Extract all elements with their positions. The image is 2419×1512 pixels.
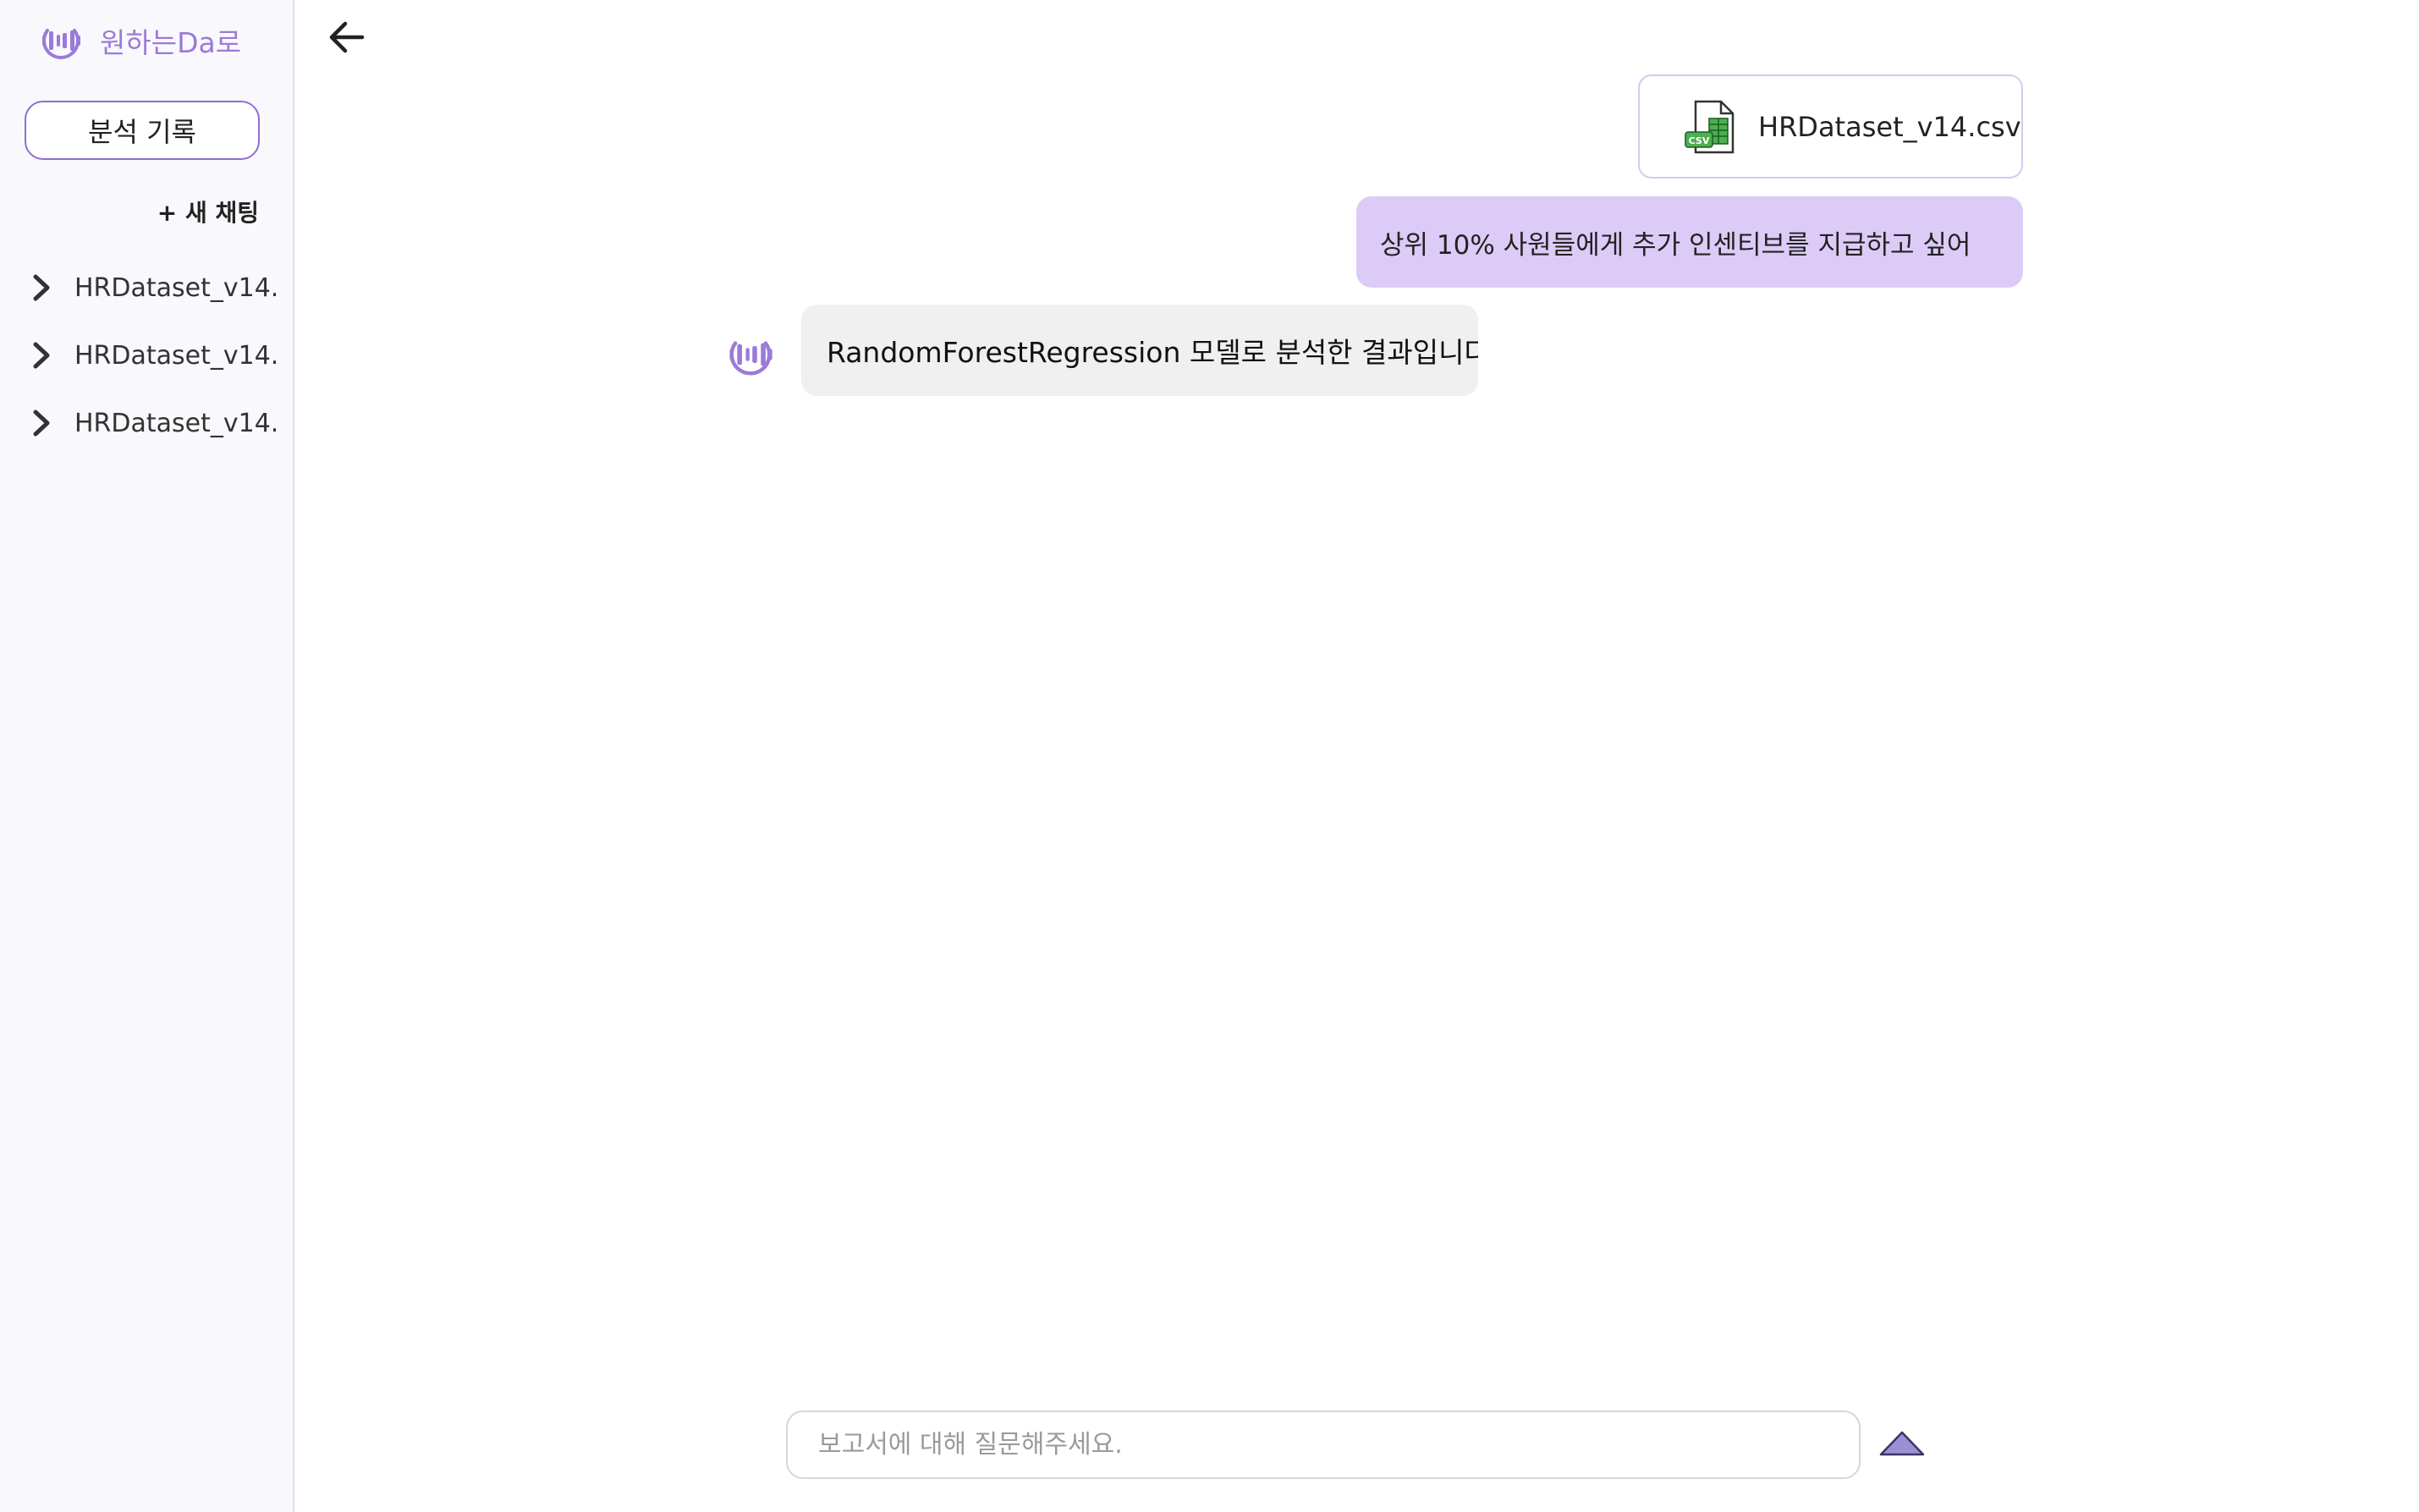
- brand-name: 원하는Da로: [100, 26, 242, 59]
- svg-text:CSV: CSV: [1689, 135, 1710, 146]
- assistant-avatar-icon: [729, 341, 772, 376]
- chevron-right-icon: [33, 410, 50, 437]
- file-name: HRDataset_v14.csv: [1758, 110, 2021, 143]
- question-input[interactable]: [786, 1410, 1861, 1479]
- waveform-logo-icon: [42, 29, 80, 59]
- sidebar: 원하는Da로 분석 기록 + 새 채팅 HRDataset_v14.c HRDa…: [0, 0, 294, 1512]
- history-item[interactable]: HRDataset_v14.c: [0, 389, 293, 457]
- history-item-label: HRDataset_v14.c: [74, 272, 278, 303]
- history-item[interactable]: HRDataset_v14.c: [0, 254, 293, 322]
- history-item[interactable]: HRDataset_v14.c: [0, 322, 293, 389]
- assistant-message: RandomForestRegression 모델로 분석한 결과입니다.: [801, 305, 1478, 396]
- chevron-right-icon: [33, 342, 50, 369]
- csv-file-icon: CSV: [1685, 100, 1735, 153]
- file-attachment-message[interactable]: CSV HRDataset_v14.csv: [1638, 74, 2023, 179]
- arrow-left-icon[interactable]: [325, 17, 369, 58]
- chevron-right-icon: [33, 274, 50, 301]
- history-item-label: HRDataset_v14.c: [74, 408, 278, 438]
- new-chat-button[interactable]: + 새 채팅: [157, 195, 259, 228]
- history-list: HRDataset_v14.c HRDataset_v14.c HRDatase…: [0, 254, 293, 457]
- analysis-history-button[interactable]: 분석 기록: [25, 101, 260, 160]
- user-message: 상위 10% 사원들에게 추가 인센티브를 지급하고 싶어: [1356, 196, 2023, 288]
- send-triangle-icon[interactable]: [1877, 1427, 1927, 1460]
- brand-logo[interactable]: 원하는Da로: [39, 20, 241, 61]
- history-item-label: HRDataset_v14.c: [74, 340, 278, 371]
